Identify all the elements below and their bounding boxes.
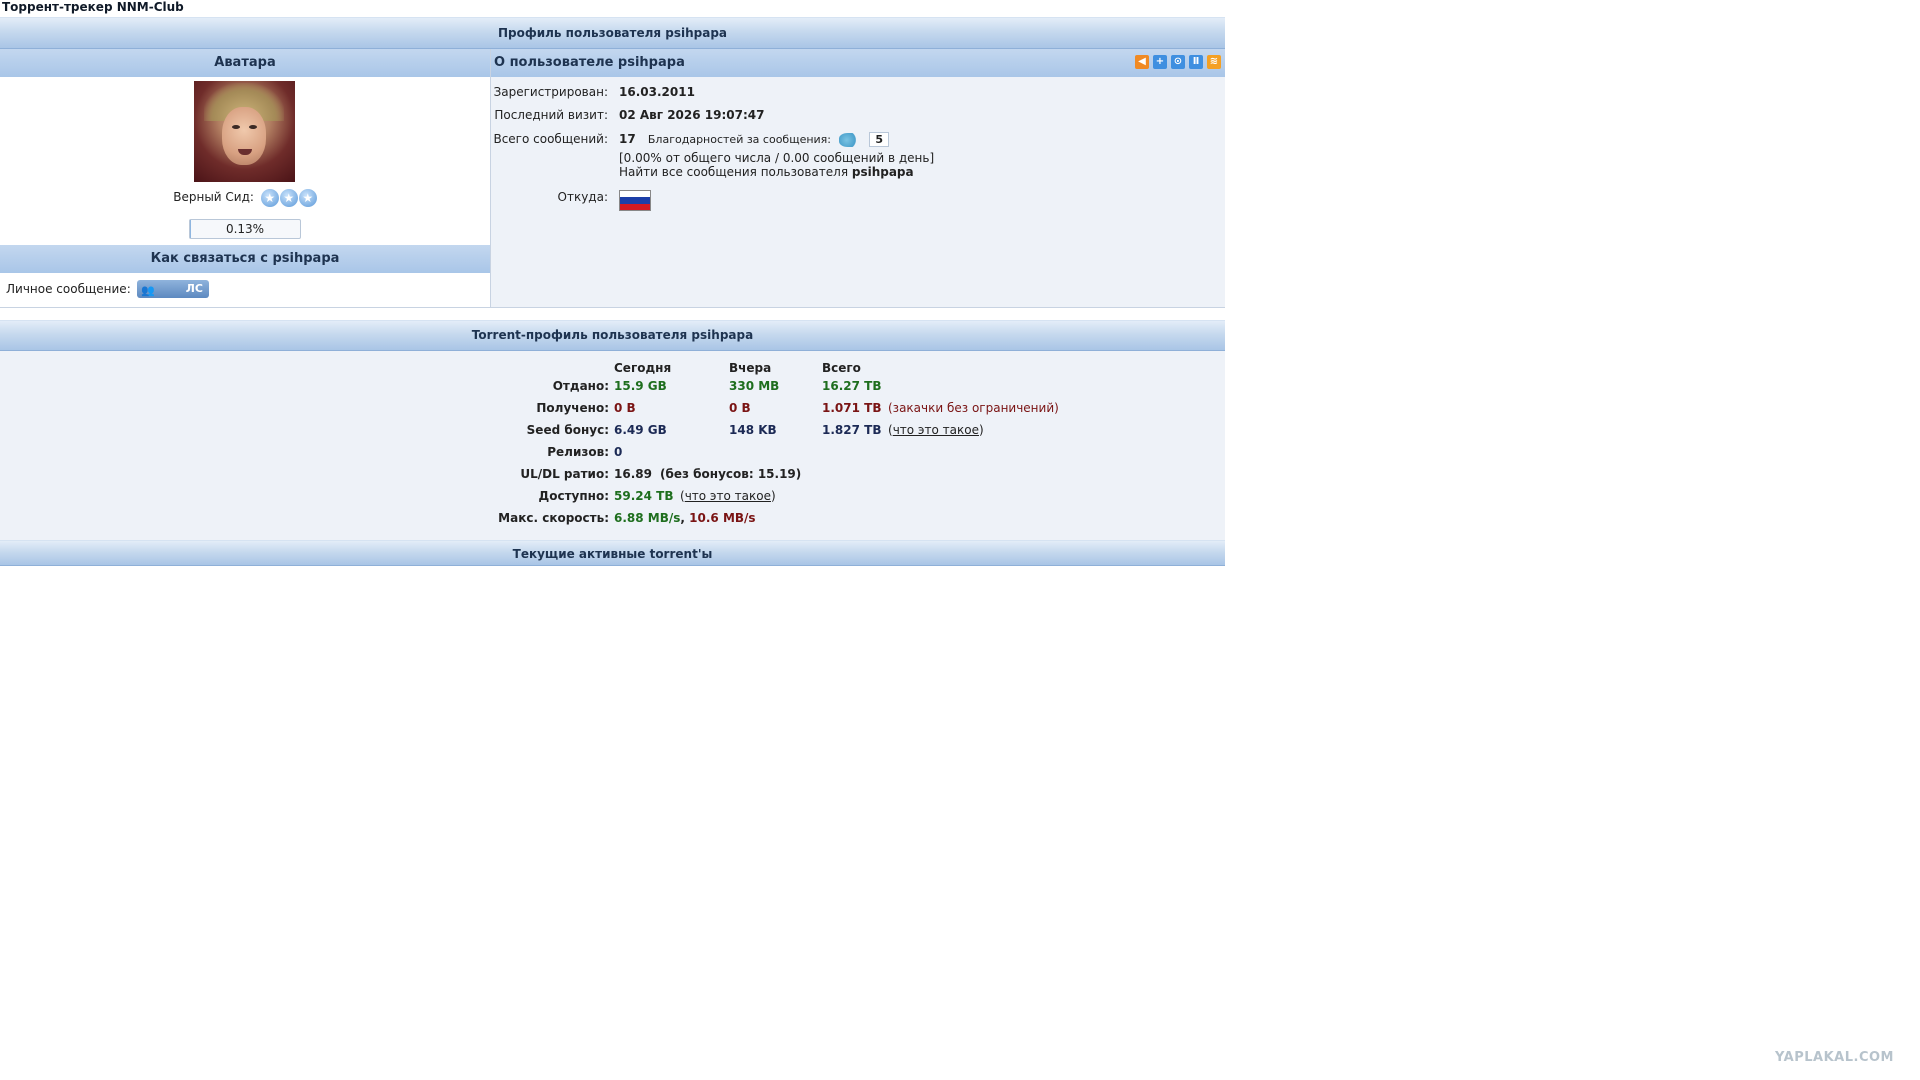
max-speed-up: 6.88 MB/s (614, 511, 681, 525)
releases-value: 0 (614, 445, 623, 459)
avatar-area: Верный Сид: ★ ★ ★ 0.13% (0, 77, 490, 245)
site-title: Торрент-трекер NNM-Club (2, 0, 184, 14)
thanks-label: Благодарностей за сообщения: (647, 133, 832, 146)
watermark: YAPLAKAL.COM (1775, 1050, 1894, 1065)
available-help: (что это такое) (680, 485, 776, 507)
ratio-label: UL/DL ратио: (520, 467, 609, 481)
active-torrents-header[interactable]: Текущие активные torrent'ы (0, 540, 1225, 566)
releases-label: Релизов: (547, 445, 609, 459)
posts-label: Всего сообщений: (493, 132, 608, 146)
last-visit-value: 02 Авг 2026 19:07:47 (619, 108, 765, 122)
star-icon: ★ (279, 188, 298, 207)
star-icon: ★ (298, 188, 317, 207)
profile-page: Профиль пользователя psihpapa Аватара Ве… (0, 17, 1225, 566)
seed-bonus-help: (что это такое) (888, 419, 984, 441)
available-value: 59.24 TB (614, 489, 674, 503)
torrent-stats: Сегодня Вчера Всего Отдано: 15.9 GB 330 … (0, 351, 1225, 540)
downloaded-note: (закачки без ограничений) (888, 401, 1059, 415)
uploaded-label: Отдано: (552, 379, 609, 393)
posts-value-line: 17 Благодарностей за сообщения: 5 (619, 132, 890, 147)
seed-bonus-label: Seed бонус: (526, 423, 609, 437)
find-posts-prefix: Найти все сообщения пользователя (619, 165, 849, 179)
uploaded-today: 15.9 GB (614, 379, 667, 393)
about-header: О пользователе psihpapa ◀ + ⊙ Ⅱ ≋ (491, 49, 1225, 77)
right-column: О пользователе psihpapa ◀ + ⊙ Ⅱ ≋ Зареги… (491, 49, 1225, 307)
rank-stars: ★ ★ ★ (260, 188, 317, 207)
search-icon[interactable]: ⊙ (1171, 55, 1185, 69)
downloaded-label: Получено: (536, 401, 609, 415)
profile-panel: Аватара Верный Сид: ★ ★ ★ 0.13% Как связ… (0, 49, 1225, 308)
posts-value: 17 (619, 132, 636, 146)
pm-button-label: ЛС (185, 282, 203, 295)
downloaded-today: 0 B (614, 401, 636, 415)
add-icon[interactable]: + (1153, 55, 1167, 69)
available-label: Доступно: (538, 489, 609, 503)
rank-label: Верный Сид: (173, 190, 254, 204)
available-help-link[interactable]: что это такое (685, 489, 771, 503)
uploaded-total: 16.27 TB (822, 379, 882, 393)
profile-header: Профиль пользователя psihpapa (0, 17, 1225, 49)
avatar (194, 81, 295, 182)
sound-icon[interactable]: ◀ (1135, 55, 1149, 69)
pm-label: Личное сообщение: (6, 282, 131, 296)
contact-header: Как связаться с psihpapa (0, 245, 490, 273)
rank-line: Верный Сид: ★ ★ ★ (0, 185, 490, 209)
seed-bonus-total: 1.827 TB (822, 423, 882, 437)
pause-icon[interactable]: Ⅱ (1189, 55, 1203, 69)
max-speed-label: Макс. скорость: (498, 511, 609, 525)
max-speed-sep: , (680, 511, 685, 525)
header-icons: ◀ + ⊙ Ⅱ ≋ (1135, 55, 1221, 69)
uploaded-yesterday: 330 MB (729, 379, 780, 393)
contact-row: Личное сообщение: 👥 ЛС (0, 273, 490, 305)
available-row: Доступно: 59.24 TB (что это такое) (0, 485, 1225, 507)
col-total: Всего (822, 361, 861, 375)
pm-button[interactable]: 👥 ЛС (137, 280, 209, 298)
ratio-value: 16.89 (614, 467, 652, 481)
col-today: Сегодня (614, 361, 672, 375)
seed-bonus-yesterday: 148 KB (729, 423, 777, 437)
uploaded-row: Отдано: 15.9 GB 330 MB 16.27 TB (0, 375, 1225, 397)
seed-bonus-row: Seed бонус: 6.49 GB 148 KB 1.827 TB (что… (0, 419, 1225, 441)
rating-progress: 0.13% (189, 219, 301, 239)
rss-icon[interactable]: ≋ (1207, 55, 1221, 69)
last-visit-label: Последний визит: (494, 108, 608, 122)
left-column: Аватара Верный Сид: ★ ★ ★ 0.13% Как связ… (0, 49, 491, 307)
col-yesterday: Вчера (729, 361, 772, 375)
thanks-count: 5 (869, 132, 890, 147)
seed-bonus-today: 6.49 GB (614, 423, 667, 437)
paren-close: ) (770, 489, 776, 503)
about-title: О пользователе psihpapa (494, 55, 685, 70)
seed-bonus-help-link[interactable]: что это такое (893, 423, 979, 437)
max-speed-down: 10.6 MB/s (689, 511, 756, 525)
max-speed-values: 6.88 MB/s, 10.6 MB/s (614, 507, 756, 529)
find-posts-link[interactable]: Найти все сообщения пользователя psihpap… (619, 165, 914, 179)
ratio-row: UL/DL ратио: 16.89 (без бонусов: 15.19) (0, 463, 1225, 485)
paren-close: ) (978, 423, 984, 437)
from-label: Откуда: (557, 190, 608, 204)
users-icon: 👥 (141, 284, 155, 297)
downloaded-yesterday: 0 B (729, 401, 751, 415)
downloaded-total: 1.071 TB (822, 401, 882, 415)
registered-label: Зарегистрирован: (493, 85, 608, 99)
thanks-icon[interactable] (839, 132, 862, 147)
releases-row: Релизов: 0 (0, 441, 1225, 463)
registered-value: 16.03.2011 (619, 85, 695, 99)
russia-flag-icon (619, 190, 651, 211)
posts-stats: [0.00% от общего числа / 0.00 сообщений … (619, 151, 935, 165)
torrent-header: Torrent-профиль пользователя psihpapa (0, 320, 1225, 351)
star-icon: ★ (260, 188, 279, 207)
progress-label: 0.13% (225, 222, 265, 236)
downloaded-row: Получено: 0 B 0 B 1.071 TB (закачки без … (0, 397, 1225, 419)
avatar-header: Аватара (0, 49, 490, 77)
find-posts-user: psihpapa (851, 165, 914, 179)
max-speed-row: Макс. скорость: 6.88 MB/s, 10.6 MB/s (0, 507, 1225, 529)
ratio-extra: (без бонусов: 15.19) (660, 467, 802, 481)
